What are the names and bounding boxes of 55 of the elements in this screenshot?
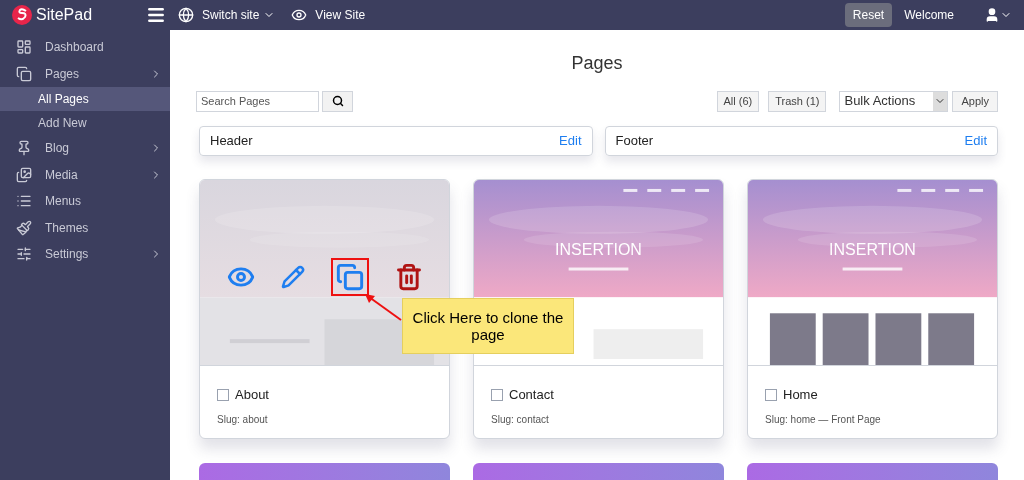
sidebar-subitem[interactable]: Add New — [0, 111, 170, 135]
checkbox[interactable] — [491, 388, 503, 401]
copy-icon — [335, 263, 364, 291]
menu-icon[interactable] — [146, 5, 166, 25]
switch-site-button[interactable]: Switch site — [202, 6, 276, 24]
pencil-icon[interactable] — [280, 265, 305, 289]
checkbox[interactable] — [765, 388, 777, 401]
section-label: Header — [210, 132, 254, 151]
user-menu-button[interactable] — [984, 7, 1012, 23]
page-slug: Slug: about — [217, 412, 269, 427]
apply-button[interactable]: Apply — [952, 90, 998, 112]
sidebar-item[interactable]: Media — [0, 161, 170, 188]
callout-note: Click Here to clone the page — [402, 298, 574, 354]
preview-title: INSERTION — [829, 242, 916, 258]
page-title: Home — [783, 386, 818, 404]
sliders-icon — [16, 246, 32, 263]
edit-link[interactable]: Edit — [964, 131, 987, 151]
sidebar-item[interactable]: Dashboard — [0, 34, 170, 61]
brand-name: SitePad — [36, 5, 93, 25]
dashboard-icon — [16, 39, 32, 56]
view-site-link[interactable]: View Site — [315, 6, 366, 24]
reset-button[interactable]: Reset — [844, 3, 893, 27]
images-icon — [16, 166, 32, 183]
bulk-actions-select[interactable]: Bulk Actions — [839, 90, 949, 112]
section-label: Footer — [615, 132, 655, 151]
sidebar-item[interactable]: Menus — [0, 188, 170, 215]
globe-icon — [178, 7, 194, 23]
sidebar-subitem[interactable]: All Pages — [0, 87, 170, 111]
search-button[interactable] — [322, 90, 353, 112]
brush-icon — [16, 219, 32, 236]
sidebar-item[interactable]: Pages — [0, 60, 170, 87]
sidebar-item[interactable]: Themes — [0, 214, 170, 241]
eye-icon — [291, 7, 308, 23]
filter-button[interactable]: All (6) — [716, 90, 760, 112]
user-icon — [984, 7, 1000, 23]
sidebar-item[interactable]: Settings — [0, 241, 170, 268]
checkbox[interactable] — [217, 388, 229, 401]
edit-link[interactable]: Edit — [559, 131, 582, 151]
pin-icon — [16, 140, 32, 157]
page-title: Contact — [509, 386, 554, 404]
page-slug: Slug: home — Front Page — [765, 412, 882, 427]
trash-icon[interactable] — [394, 263, 423, 291]
logo-icon — [12, 5, 32, 25]
page-title: About — [235, 386, 269, 404]
filter-button[interactable]: Trash (1) — [768, 90, 827, 112]
pages-icon — [16, 65, 32, 82]
arrow-drawing — [363, 292, 403, 322]
sidebar-item[interactable]: Blog — [0, 135, 170, 162]
preview-title: INSERTION — [555, 242, 642, 258]
page-heading: Pages — [570, 52, 624, 75]
welcome-text: Welcome — [904, 7, 954, 24]
search-field[interactable]: Search Pages — [196, 90, 319, 112]
page-slug: Slug: contact — [491, 412, 550, 427]
clone-highlight[interactable] — [330, 258, 369, 296]
search-icon — [331, 95, 344, 107]
